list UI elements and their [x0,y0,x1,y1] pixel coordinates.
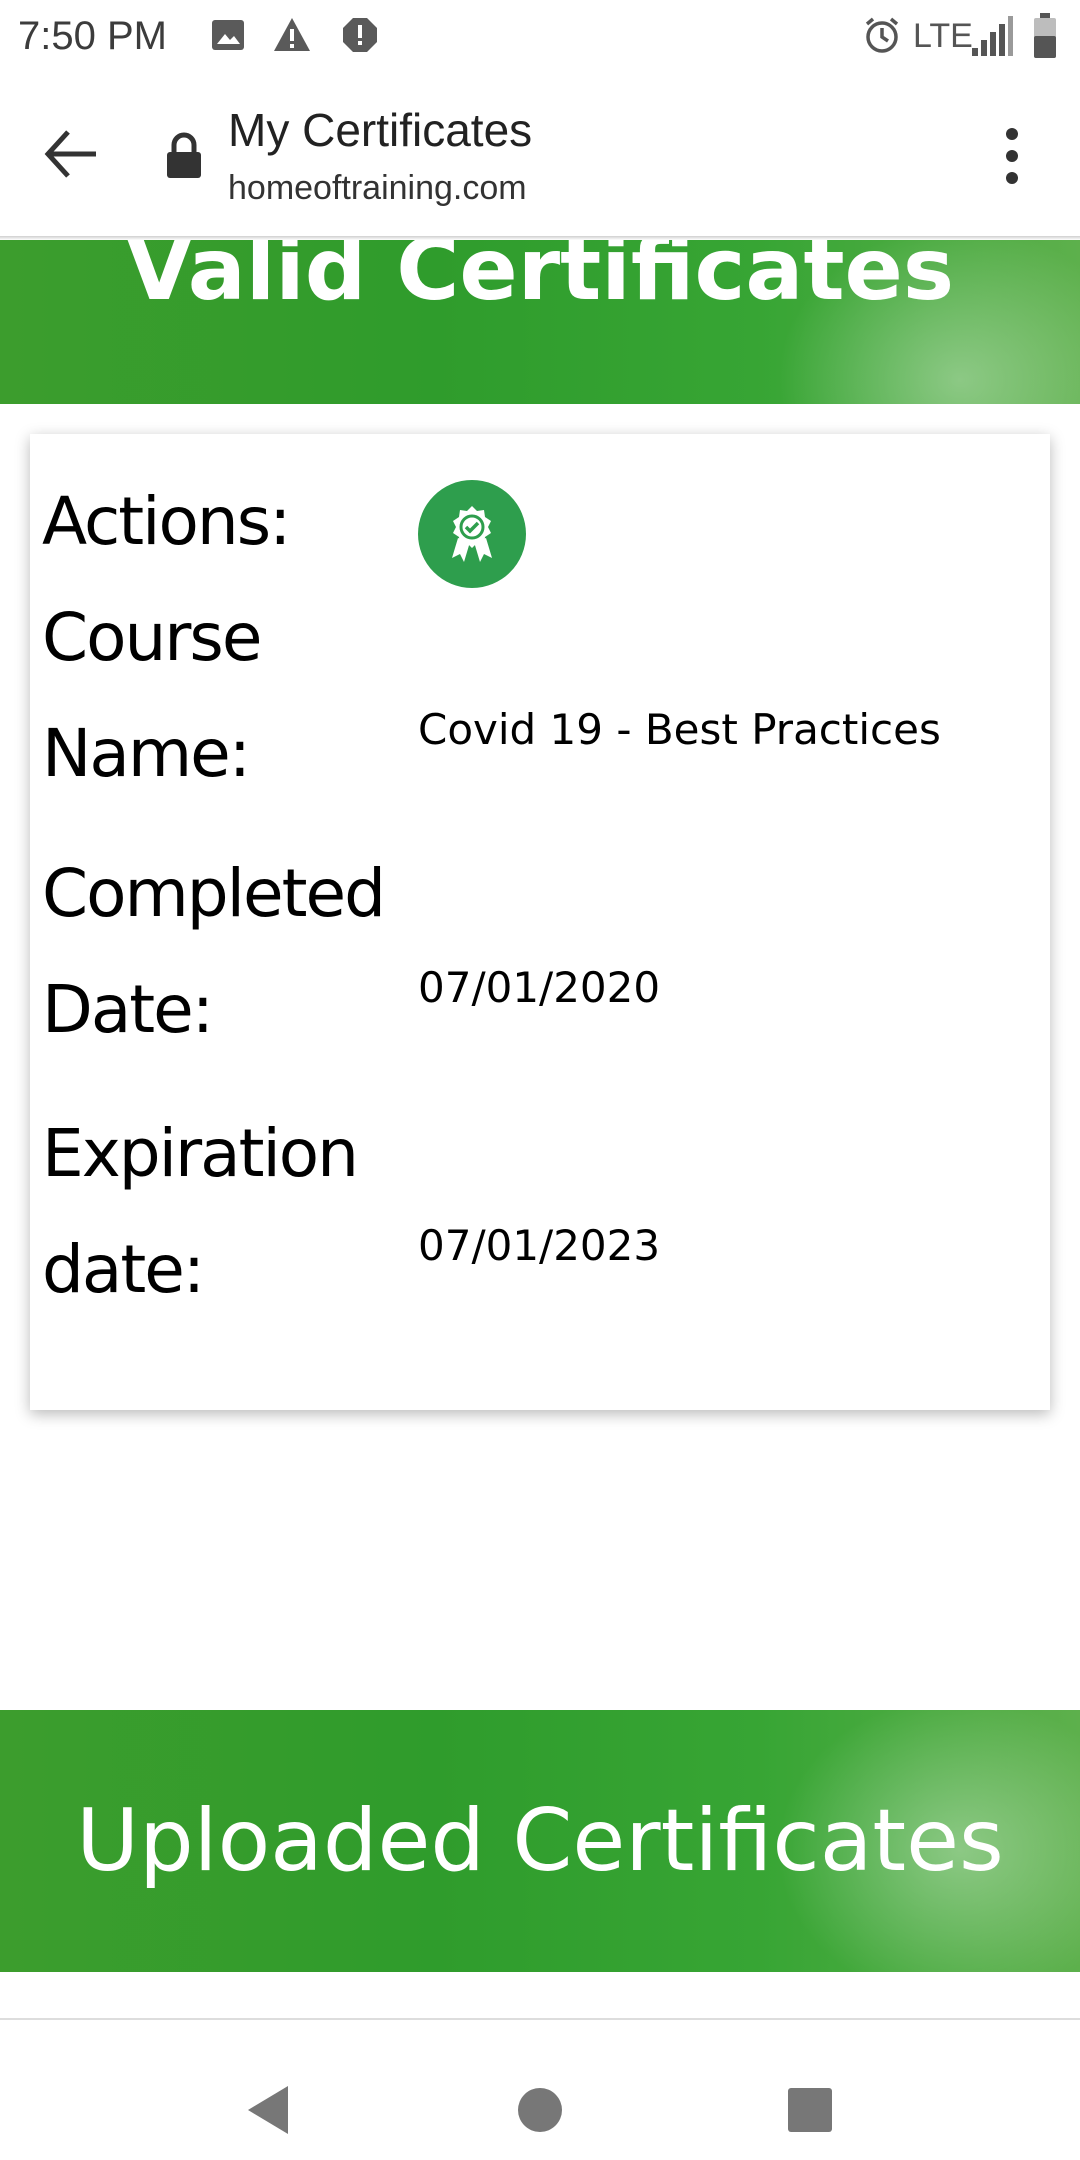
uploaded-certificates-banner: Uploaded Certificates [0,1710,1080,1972]
image-icon [212,20,244,50]
expiration-date-label: Expiration date: [42,1115,359,1308]
warning-icon [274,18,310,51]
back-triangle-icon[interactable] [242,2082,298,2138]
completed-date-label: Completed Date: [42,855,386,1048]
recents-square-icon[interactable] [782,2082,838,2138]
back-arrow-icon[interactable] [40,122,104,186]
certificate-badge-icon [452,506,492,562]
certificate-card: Actions: Course Name: Covid 19 - Best Pr… [30,434,1050,1410]
home-circle-icon[interactable] [512,2082,568,2138]
course-name-label: Course Name: [42,599,262,792]
alarm-icon [865,17,899,53]
actions-label: Actions: [42,483,291,560]
page-title[interactable]: My Certificates [228,102,532,158]
network-type: LTE [913,17,973,55]
status-time: 7:50 PM [18,14,167,58]
completed-date-value: 07/01/2020 [418,963,661,1012]
expiration-date-value: 07/01/2023 [418,1221,661,1270]
view-certificate-button[interactable] [418,480,526,588]
course-name-value: Covid 19 - Best Practices [418,705,941,754]
page-url[interactable]: homeoftraining.com [228,166,527,210]
browser-toolbar: My Certificates homeoftraining.com [0,72,1080,240]
status-bar: 7:50 PM LTE [0,0,1080,72]
valid-certificates-banner: Valid Certificates [0,240,1080,404]
lock-icon[interactable] [164,132,204,180]
system-nav-bar [0,2020,1080,2160]
more-vert-icon[interactable] [990,126,1034,186]
battery-icon [1034,13,1056,58]
valid-certificates-title: Valid Certificates [125,240,955,320]
alert-octagon-icon [343,18,377,52]
signal-icon [972,16,1013,56]
uploaded-certificates-title: Uploaded Certificates [76,1791,1004,1891]
